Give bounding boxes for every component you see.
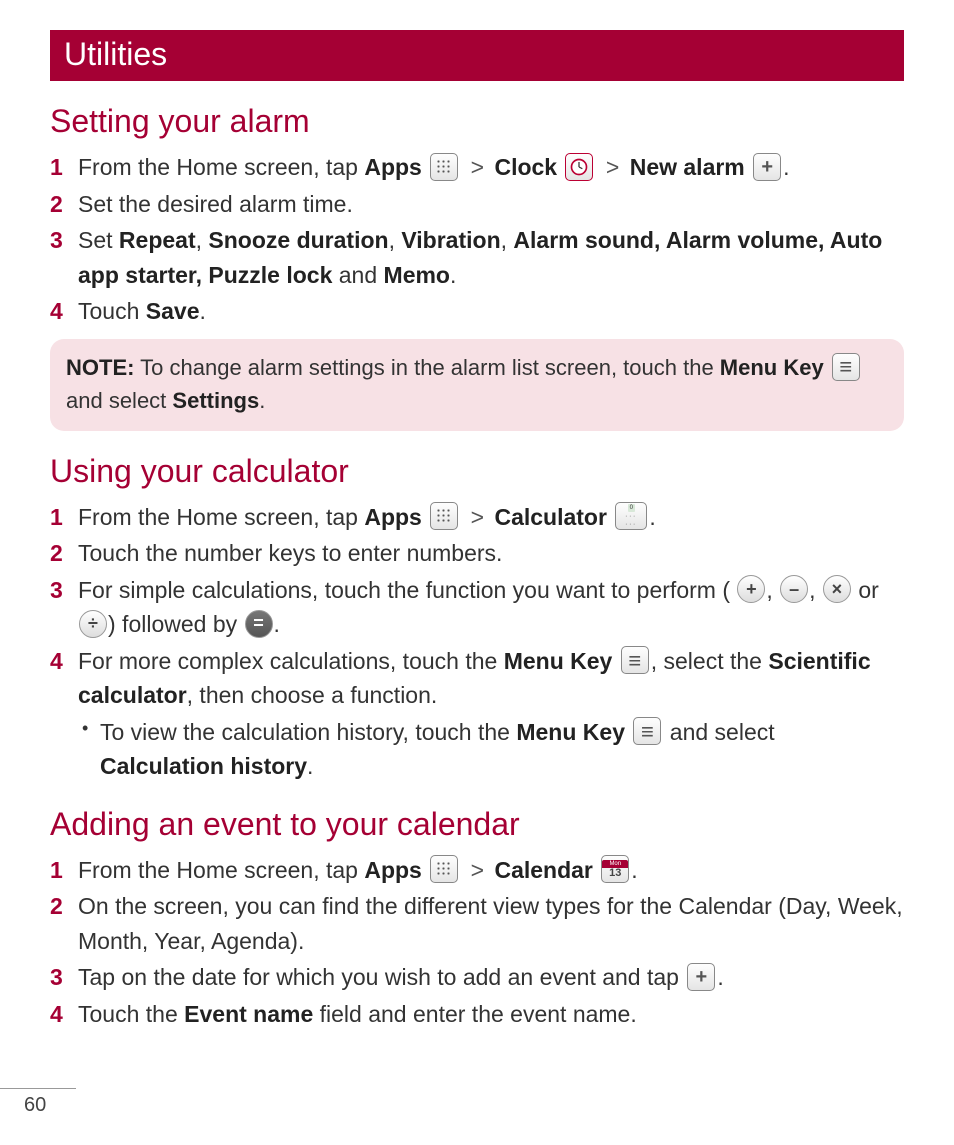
step: 2 Touch the number keys to enter numbers… [50,536,904,571]
step: 4 Touch Save. [50,294,904,329]
minus-button-icon: – [780,575,808,603]
apps-grid-icon [430,502,458,530]
plus-icon [687,963,715,991]
page-number: 60 [0,1094,46,1117]
breadcrumb-arrow: > [602,154,623,180]
calculator-icon: 0∙∙∙∙∙∙ [615,502,647,530]
step: 3 Tap on the date for which you wish to … [50,960,904,995]
clock-icon [565,153,593,181]
divide-button-icon: ÷ [79,610,107,638]
bold-text: Apps [364,154,422,180]
section-heading-calculator: Using your calculator [50,453,904,490]
step: 1 From the Home screen, tap Apps > Clock… [50,150,904,185]
document-page: Utilities Setting your alarm 1 From the … [0,0,954,1031]
step: 3 For simple calculations, touch the fun… [50,573,904,642]
menu-key-icon [633,717,661,745]
step-number: 1 [50,150,63,185]
chapter-title: Utilities [64,36,167,72]
plus-button-icon: + [737,575,765,603]
note-box: NOTE: To change alarm settings in the al… [50,339,904,431]
plus-icon [753,153,781,181]
step-text: Set [78,227,119,253]
sub-bullet: To view the calculation history, touch t… [78,715,904,784]
apps-grid-icon [430,855,458,883]
breadcrumb-arrow: > [467,154,488,180]
step-number: 4 [50,294,63,329]
alarm-steps: 1 From the Home screen, tap Apps > Clock… [50,150,904,329]
calculator-steps: 1 From the Home screen, tap Apps > Calcu… [50,500,904,784]
chapter-header: Utilities [50,30,904,81]
multiply-button-icon: × [823,575,851,603]
menu-key-icon [621,646,649,674]
sub-bullet-list: To view the calculation history, touch t… [78,715,904,784]
bold-text: Clock [494,154,557,180]
step-number: 3 [50,223,63,258]
step: 4 For more complex calculations, touch t… [50,644,904,784]
step: 3 Set Repeat, Snooze duration, Vibration… [50,223,904,292]
equals-button-icon: = [245,610,273,638]
step-number: 2 [50,187,63,222]
step: 2 On the screen, you can find the differ… [50,889,904,958]
calendar-icon: Mon13 [601,855,629,883]
step-text: From the Home screen, tap [78,154,364,180]
step: 1 From the Home screen, tap Apps > Calen… [50,853,904,888]
step: 2 Set the desired alarm time. [50,187,904,222]
step: 4 Touch the Event name field and enter t… [50,997,904,1032]
apps-grid-icon [430,153,458,181]
section-heading-alarm: Setting your alarm [50,103,904,140]
note-label: NOTE: [66,355,134,380]
menu-key-icon [832,353,860,381]
step: 1 From the Home screen, tap Apps > Calcu… [50,500,904,535]
section-heading-calendar: Adding an event to your calendar [50,806,904,843]
calendar-steps: 1 From the Home screen, tap Apps > Calen… [50,853,904,1032]
step-text: Set the desired alarm time. [78,191,353,217]
bold-text: New alarm [630,154,745,180]
